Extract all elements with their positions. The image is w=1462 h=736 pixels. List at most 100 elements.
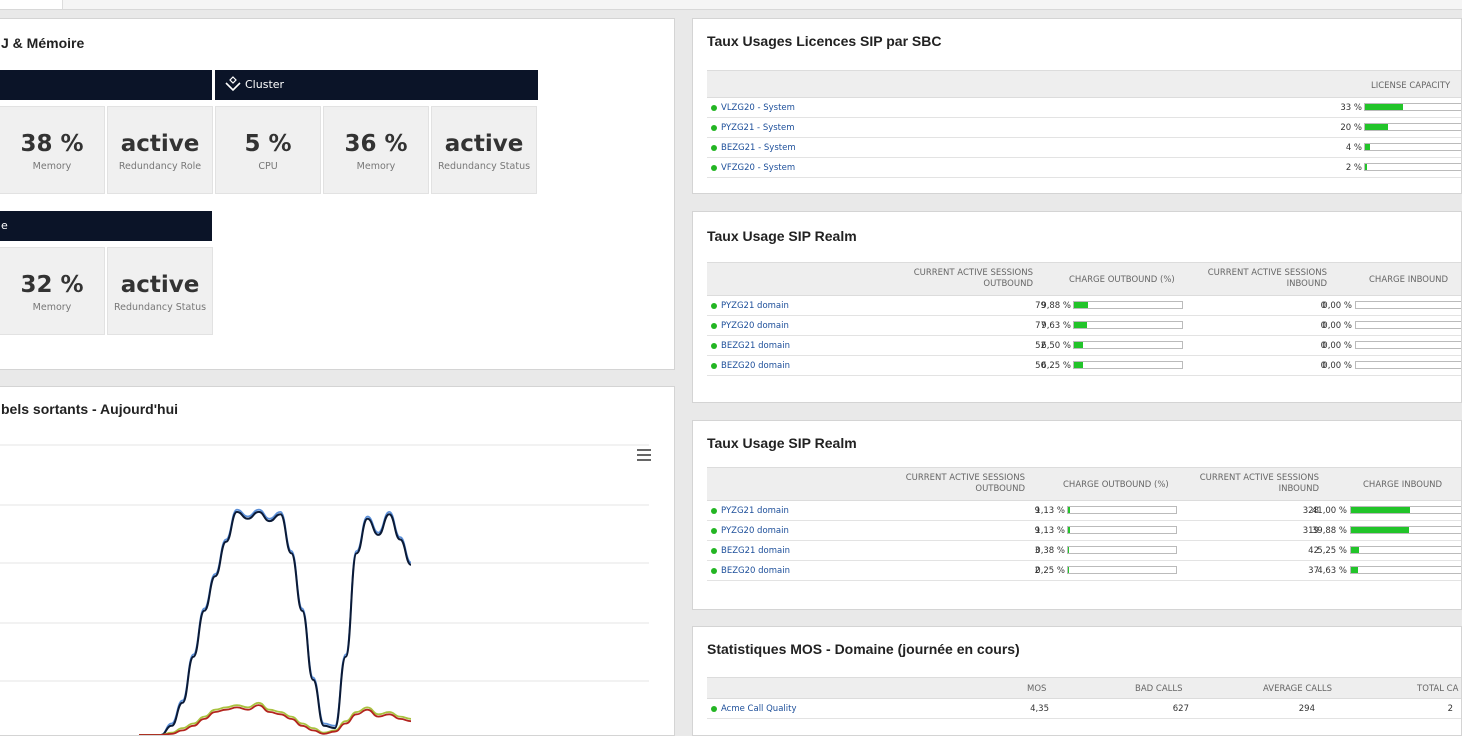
table-row[interactable]: PYZG20 domain91,13 %31939,88 %	[707, 521, 1462, 541]
outbound-charge-bar	[1073, 341, 1183, 349]
status-dot-icon	[711, 303, 717, 309]
bar-fill	[1068, 527, 1070, 533]
table-header: CURRENT ACTIVE SESSIONS OUTBOUND CHARGE …	[707, 467, 1462, 501]
status-dot-icon	[711, 528, 717, 534]
status-dot-icon	[711, 105, 717, 111]
outbound-charge: 1,13 %	[1035, 506, 1065, 516]
outbound-charge-bar	[1067, 566, 1177, 574]
outbound-charge: 1,13 %	[1035, 526, 1065, 536]
table-row[interactable]: PYZG20 domain779,63 %00,00 %	[707, 316, 1462, 336]
group-header-cluster: Cluster	[215, 70, 538, 100]
bar-fill	[1351, 567, 1358, 573]
table-row[interactable]: VFZG20 - System 2 %	[707, 158, 1462, 178]
outgoing-calls-panel: bels sortants - Aujourd'hui	[0, 386, 675, 736]
inbound-charge: 0,00 %	[1322, 301, 1352, 311]
row-name[interactable]: PYZG21 domain	[721, 301, 789, 311]
diamond-chevron-icon	[225, 76, 241, 92]
row-name[interactable]: PYZG20 domain	[721, 321, 789, 331]
table-row[interactable]: BEZG21 domain30,38 %425,25 %	[707, 541, 1462, 561]
table-header: LICENSE CAPACITY	[707, 70, 1462, 98]
row-name[interactable]: PYZG20 domain	[721, 526, 789, 536]
row-name[interactable]: VFZG20 - System	[721, 163, 795, 173]
bar-fill	[1068, 507, 1070, 513]
series-line-3	[139, 705, 411, 735]
calls-line-chart	[0, 435, 654, 735]
outbound-charge-bar	[1067, 546, 1177, 554]
inbound-charge-bar	[1350, 506, 1462, 514]
panel-title: Taux Usages Licences SIP par SBC	[707, 33, 941, 49]
sip-realm-panel-2: Taux Usage SIP Realm CURRENT ACTIVE SESS…	[692, 420, 1462, 610]
panel-title: Taux Usage SIP Realm	[707, 435, 857, 451]
group-label-cluster: Cluster	[245, 78, 284, 91]
inbound-charge: 41,00 %	[1312, 506, 1347, 516]
metric-tile: 32 % Memory	[0, 247, 105, 335]
status-dot-icon	[711, 343, 717, 349]
mos-statistics-panel: Statistiques MOS - Domaine (journée en c…	[692, 626, 1462, 736]
row-name[interactable]: Acme Call Quality	[721, 704, 797, 714]
row-name[interactable]: VLZG20 - System	[721, 103, 795, 113]
outbound-charge-bar	[1067, 526, 1177, 534]
row-name[interactable]: PYZG21 - System	[721, 123, 795, 133]
outbound-charge: 9,88 %	[1041, 301, 1071, 311]
table-row[interactable]: BEZG20 domain20,25 %374,63 %	[707, 561, 1462, 581]
outbound-charge: 6,50 %	[1041, 341, 1071, 351]
mos-mos-cell: 4,35	[1030, 704, 1049, 714]
metric-tile: active Redundancy Status	[431, 106, 537, 194]
status-dot-icon	[711, 323, 717, 329]
inbound-charge-bar	[1355, 361, 1462, 369]
metric-tile: active Redundancy Status	[107, 247, 213, 335]
top-tab-bar	[0, 0, 1462, 10]
table-row[interactable]: VLZG20 - System 33 %	[707, 98, 1462, 118]
outbound-charge: 6,25 %	[1041, 361, 1071, 371]
capacity-value: 20 %	[1340, 123, 1362, 133]
bar-fill	[1351, 507, 1410, 513]
table-row[interactable]: PYZG21 - System 20 %	[707, 118, 1462, 138]
cpu-memory-panel: J & Mémoire Cluster 38 % Memory active R…	[0, 18, 675, 370]
capacity-bar-fill	[1365, 164, 1367, 170]
capacity-value: 33 %	[1340, 103, 1362, 113]
mos-total-cell: 2	[1448, 704, 1453, 714]
capacity-bar	[1364, 103, 1462, 111]
table-row[interactable]: BEZG21 domain526,50 %00,00 %	[707, 336, 1462, 356]
table-row[interactable]: BEZG20 domain506,25 %00,00 %	[707, 356, 1462, 376]
series-line-0	[139, 510, 411, 735]
status-dot-icon	[711, 125, 717, 131]
capacity-bar	[1364, 163, 1462, 171]
table-row[interactable]: PYZG21 domain91,13 %32841,00 %	[707, 501, 1462, 521]
inbound-charge-bar	[1350, 546, 1462, 554]
capacity-bar	[1364, 143, 1462, 151]
row-name[interactable]: PYZG21 domain	[721, 506, 789, 516]
metric-tile: 36 % Memory	[323, 106, 429, 194]
sip-realm-panel-1: Taux Usage SIP Realm CURRENT ACTIVE SESS…	[692, 211, 1462, 403]
inbound-charge-bar	[1355, 341, 1462, 349]
panel-title: J & Mémoire	[1, 35, 84, 51]
table-row[interactable]: PYZG21 domain799,88 %00,00 %	[707, 296, 1462, 316]
bar-fill	[1351, 527, 1409, 533]
mos-avg-cell: 294	[1299, 704, 1315, 714]
capacity-value: 2 %	[1346, 163, 1362, 173]
bar-fill	[1074, 302, 1088, 308]
inbound-charge-bar	[1350, 566, 1462, 574]
group-header-left	[0, 70, 212, 100]
capacity-bar-fill	[1365, 124, 1388, 130]
outbound-charge: 0,25 %	[1035, 566, 1065, 576]
capacity-bar	[1364, 123, 1462, 131]
active-tab-stub[interactable]	[0, 0, 63, 9]
row-name[interactable]: BEZG21 - System	[721, 143, 796, 153]
row-name[interactable]: BEZG21 domain	[721, 546, 790, 556]
row-name[interactable]: BEZG21 domain	[721, 341, 790, 351]
inbound-charge-bar	[1355, 301, 1462, 309]
status-dot-icon	[711, 706, 717, 712]
row-name[interactable]: BEZG20 domain	[721, 361, 790, 371]
table-row[interactable]: BEZG21 - System4 %	[707, 138, 1462, 158]
outbound-charge-bar	[1073, 301, 1183, 309]
capacity-bar-fill	[1365, 104, 1403, 110]
row-name[interactable]: BEZG20 domain	[721, 566, 790, 576]
table-header: CURRENT ACTIVE SESSIONS OUTBOUND CHARGE …	[707, 262, 1462, 296]
capacity-bar-fill	[1365, 144, 1370, 150]
outbound-charge-bar	[1073, 361, 1183, 369]
mos-bad-cell: 627	[1173, 704, 1189, 714]
status-dot-icon	[711, 508, 717, 514]
table-row[interactable]: Acme Call Quality 4,35 627 294 2	[707, 699, 1462, 719]
inbound-charge: 0,00 %	[1322, 361, 1352, 371]
